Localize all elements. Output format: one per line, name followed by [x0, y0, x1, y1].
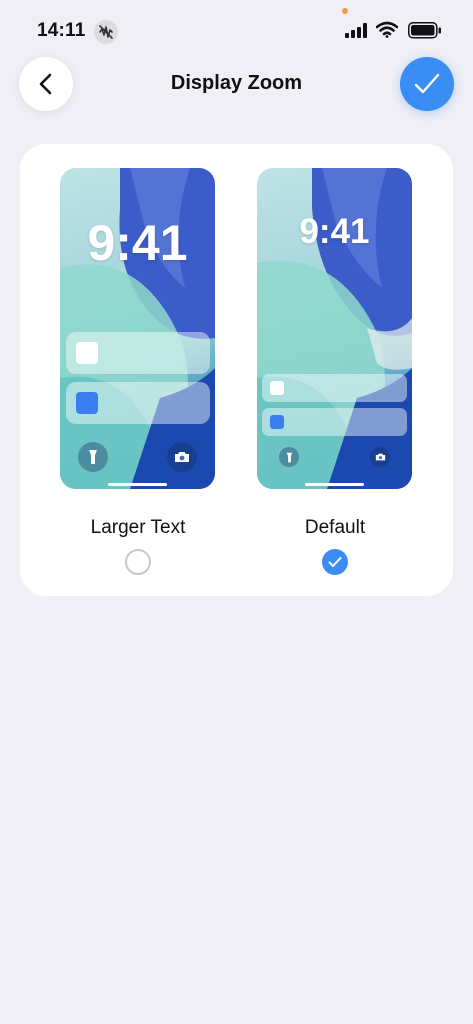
status-time: 14:11 [37, 20, 86, 41]
default-radio[interactable] [322, 549, 348, 575]
larger-text-radio[interactable] [125, 549, 151, 575]
status-bar: 14:11 [0, 0, 473, 60]
default-preview[interactable]: 9:41 [257, 168, 412, 489]
wifi-icon [375, 21, 399, 43]
preview-clock: 9:41 [87, 215, 188, 271]
checkmark-icon [414, 73, 440, 94]
camera-icon [370, 447, 390, 467]
preview-widget [262, 408, 407, 436]
preview-widget [66, 332, 210, 374]
battery-icon [408, 22, 442, 44]
signal-icon [345, 23, 369, 43]
preview-widget [66, 382, 210, 424]
home-indicator [305, 483, 364, 486]
widget-square-blue [76, 392, 98, 414]
done-button[interactable] [400, 57, 454, 111]
widget-square-blue [270, 415, 284, 429]
default-label: Default [304, 517, 366, 538]
display-zoom-card: 9:41 9:41 Larger Text Default [20, 144, 453, 596]
home-indicator [108, 483, 167, 486]
preview-widget [262, 374, 407, 402]
privacy-indicator-dot [342, 8, 348, 14]
widget-square-white [270, 381, 284, 395]
mute-icon [94, 20, 118, 44]
camera-icon [167, 442, 197, 472]
flashlight-icon [279, 447, 299, 467]
preview-clock: 9:41 [299, 212, 370, 251]
larger-text-label: Larger Text [90, 517, 186, 538]
widget-square-white [76, 342, 98, 364]
flashlight-icon [78, 442, 108, 472]
larger-text-preview[interactable]: 9:41 [60, 168, 215, 489]
checkmark-icon [328, 557, 342, 567]
